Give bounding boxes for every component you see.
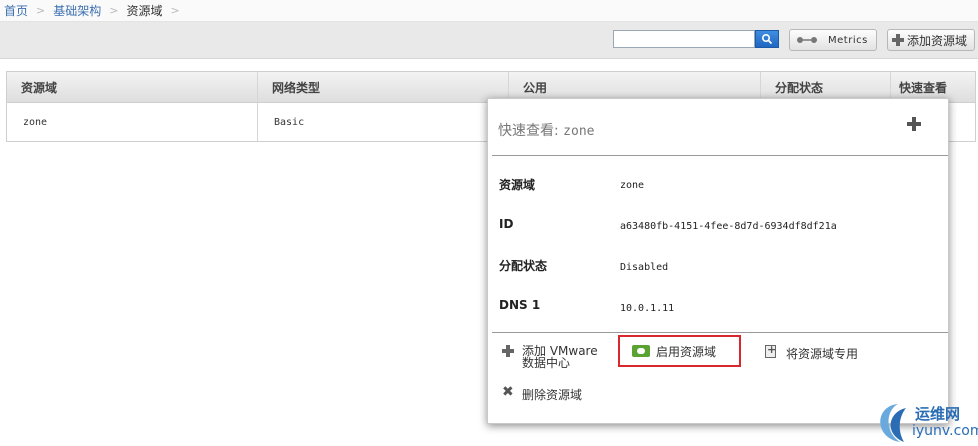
plus-icon	[892, 34, 904, 46]
chevron-right-icon: >	[109, 4, 119, 17]
metrics-button[interactable]: Metrics	[789, 29, 877, 51]
add-vmware-label: 添加 VMware 数据中心	[522, 345, 598, 369]
delete-zone-action[interactable]: ✖ 删除资源域	[502, 384, 583, 403]
metrics-label: Metrics	[828, 34, 868, 46]
field-value-zone: zone	[620, 180, 645, 191]
search-button[interactable]	[755, 30, 779, 48]
divider	[492, 332, 948, 333]
expand-plus-icon[interactable]	[907, 117, 921, 131]
field-value-allocation-state: Disabled	[620, 262, 669, 273]
divider	[492, 155, 948, 156]
field-label-allocation-state: 分配状态	[499, 259, 548, 273]
field-label-dns1: DNS 1	[499, 298, 541, 312]
cell-zone-name: zone	[7, 103, 258, 141]
chevron-right-icon: >	[36, 4, 46, 17]
field-label-id: ID	[499, 217, 514, 231]
quickview-popup: 快速查看: zone 资源域 zone ID a63480fb-4151-4fe…	[487, 98, 949, 424]
delete-zone-label: 删除资源域	[522, 388, 583, 402]
enable-icon	[632, 345, 650, 357]
plus-icon	[502, 345, 514, 357]
field-value-dns1: 10.0.1.11	[620, 303, 675, 314]
enable-zone-action[interactable]: 启用资源域	[618, 335, 741, 367]
breadcrumb-zones: 资源域	[126, 4, 163, 18]
breadcrumb: 首页 > 基础架构 > 资源域 >	[0, 0, 978, 22]
dedicate-zone-action[interactable]: 将资源域专用	[765, 343, 859, 362]
watermark-text-cn: 运维网	[915, 405, 961, 423]
field-value-id: a63480fb-4151-4fee-8d7d-6934df8df21a	[620, 221, 837, 232]
add-vmware-line2: 数据中心	[522, 356, 571, 370]
quickview-title-prefix: 快速查看:	[498, 123, 559, 139]
field-label-zone: 资源域	[499, 178, 536, 192]
watermark-text-en: iyunv.com	[912, 423, 978, 439]
search-input[interactable]	[613, 30, 755, 48]
add-zone-label: 添加资源域	[907, 33, 968, 48]
quickview-title: 快速查看: zone	[498, 120, 594, 140]
add-zone-button[interactable]: 添加资源域	[887, 29, 975, 51]
breadcrumb-infrastructure[interactable]: 基础架构	[53, 2, 101, 19]
breadcrumb-home[interactable]: 首页	[4, 2, 28, 19]
dedicate-icon	[765, 343, 776, 358]
dedicate-zone-label: 将资源域专用	[786, 347, 859, 361]
toolbar: Metrics 添加资源域	[0, 22, 978, 59]
quickview-title-name: zone	[563, 124, 595, 139]
add-vmware-datacenter-action[interactable]: 添加 VMware 数据中心	[502, 345, 598, 369]
cell-network-type: Basic	[258, 103, 509, 141]
enable-zone-label: 启用资源域	[656, 344, 717, 359]
chevron-right-icon: >	[170, 4, 180, 17]
close-icon: ✖	[502, 384, 514, 400]
metrics-icon	[797, 37, 817, 43]
search-icon	[761, 33, 773, 45]
column-header-network-type[interactable]: 网络类型	[258, 72, 509, 102]
column-header-zone[interactable]: 资源域	[7, 72, 258, 102]
